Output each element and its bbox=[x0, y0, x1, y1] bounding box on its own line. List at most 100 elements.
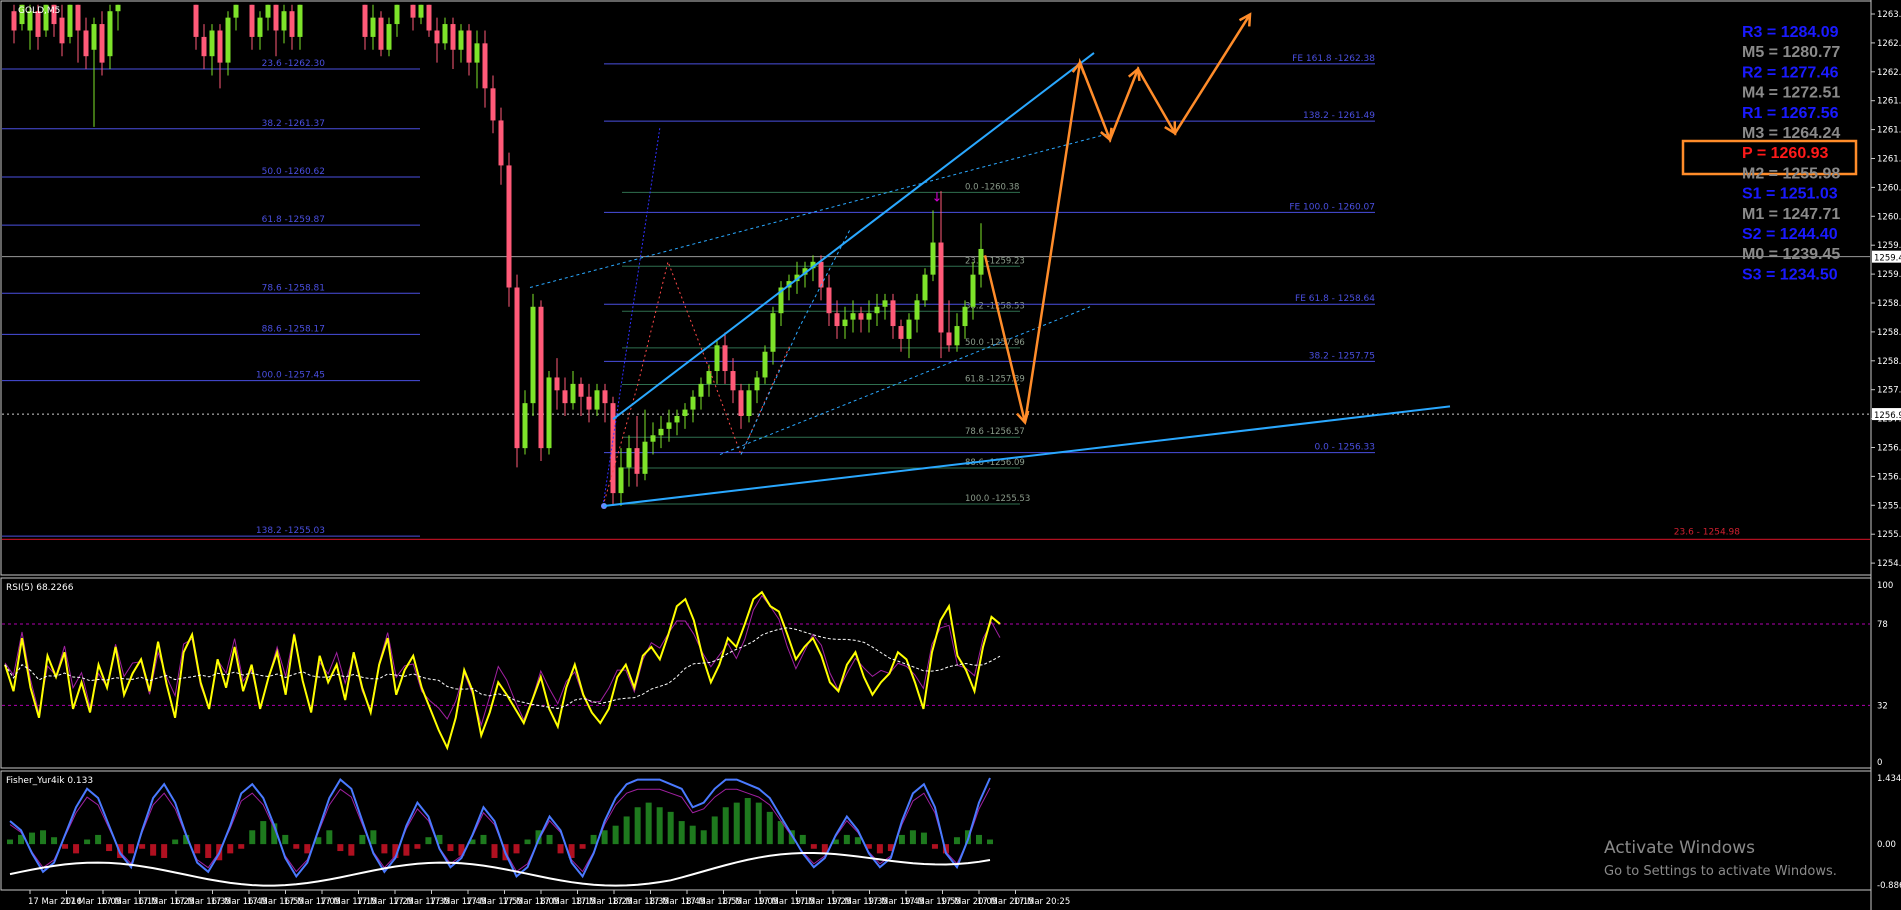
mt4-chart: 23.6 -1262.30 38.2 -1261.37 50.0 -1260.62 6… bbox=[0, 0, 1901, 910]
price-tick-label: 1258.0 bbox=[1877, 357, 1901, 367]
fisher-histogram-bar bbox=[920, 832, 927, 845]
candle-body bbox=[217, 30, 223, 63]
fisher-histogram-bar bbox=[84, 839, 91, 845]
price-tick-label: 1263.1 bbox=[1877, 10, 1901, 20]
fisher-histogram-bar bbox=[293, 844, 300, 849]
candle-body bbox=[690, 396, 696, 410]
candle-body bbox=[954, 326, 960, 346]
fisher-histogram-bar bbox=[722, 807, 729, 845]
candle-body bbox=[434, 30, 440, 44]
candle-body bbox=[850, 313, 856, 320]
pivot-levels: R3 = 1284.09 M5 = 1280.77 R2 = 1277.46 M4 =… bbox=[1742, 24, 1840, 283]
candle-body bbox=[281, 11, 287, 31]
candle-body bbox=[115, 4, 121, 12]
pivot-level-label: M2 = 1255.98 bbox=[1742, 165, 1840, 182]
price-tick-label: 1255.4 bbox=[1877, 530, 1901, 540]
candle-body bbox=[762, 351, 768, 378]
fib-left-label: 23.6 -1262.30 bbox=[262, 59, 326, 69]
candle-body bbox=[914, 300, 920, 320]
candle-body bbox=[394, 4, 400, 25]
price-tick-label: 1259.3 bbox=[1877, 270, 1901, 280]
pivot-level-label: M4 = 1272.51 bbox=[1742, 85, 1840, 102]
fib-right-label: 38.2 - 1257.75 bbox=[1309, 351, 1375, 361]
fib-right-label: FE 100.0 - 1260.07 bbox=[1289, 202, 1375, 212]
candle-body bbox=[626, 448, 632, 468]
pivot-level-label: P = 1260.93 bbox=[1742, 145, 1829, 162]
candle-body bbox=[890, 300, 896, 327]
candle-body bbox=[289, 11, 295, 37]
fib-right-label: FE 161.8 -1262.38 bbox=[1292, 54, 1375, 64]
fib-left-label: 38.2 -1261.37 bbox=[262, 119, 325, 129]
rsi-tick-label: 100 bbox=[1877, 581, 1893, 591]
candle-body bbox=[874, 306, 880, 314]
fisher-histogram-bar bbox=[139, 844, 146, 849]
fib-bottom-label: 23.6 - 1254.98 bbox=[1674, 527, 1740, 537]
fisher-histogram-bar bbox=[40, 830, 47, 845]
pivot-level-label: M5 = 1280.77 bbox=[1742, 44, 1840, 61]
candle-body bbox=[209, 30, 215, 57]
price-tick-label: 1256.7 bbox=[1877, 444, 1901, 454]
fib-right-label: 138.2 - 1261.49 bbox=[1303, 111, 1375, 121]
candle-body bbox=[450, 24, 456, 50]
candle-body bbox=[370, 17, 376, 37]
fisher-histogram-bar bbox=[645, 802, 652, 845]
price-axis: 1263.1 1262.7 1262.3 1261.9 1261.4 1261.0 1260… bbox=[1871, 10, 1901, 569]
fisher-histogram-bar bbox=[546, 834, 553, 845]
candle-body bbox=[666, 422, 672, 429]
zigzag-line bbox=[602, 260, 791, 507]
fib-middle-label: 23.6 -1259.23 bbox=[965, 256, 1025, 266]
fisher-histogram-bar bbox=[667, 811, 674, 845]
candle-body bbox=[754, 377, 760, 391]
candle-body bbox=[418, 4, 424, 18]
fisher-tick-label: 0.00 bbox=[1877, 840, 1896, 850]
time-tick-label: 17 Mar 20:25 bbox=[1014, 897, 1071, 907]
pivot-level-label: S2 = 1244.40 bbox=[1742, 226, 1838, 243]
fisher-histogram-bar bbox=[876, 844, 883, 854]
candle-body bbox=[225, 17, 231, 63]
fib-middle-label: 50.0 -1257.96 bbox=[965, 338, 1025, 348]
candle-body bbox=[498, 120, 504, 166]
fib-left-label: 88.6 -1258.17 bbox=[262, 324, 325, 334]
candle-body bbox=[297, 4, 303, 37]
candle-body bbox=[978, 248, 984, 275]
upper-trendline bbox=[612, 52, 1095, 421]
fisher-histogram-bar bbox=[700, 830, 707, 845]
candle-body bbox=[193, 4, 199, 37]
candle-body bbox=[770, 313, 776, 352]
fib-left-label: 78.6 -1258.81 bbox=[262, 283, 325, 293]
candle-body bbox=[930, 242, 936, 275]
candle-body bbox=[834, 313, 840, 327]
candle-body bbox=[586, 396, 592, 410]
candle-body bbox=[514, 287, 520, 449]
fisher-histogram-bar bbox=[106, 844, 113, 852]
fisher-histogram-bar bbox=[304, 844, 311, 854]
lower-trendline bbox=[603, 405, 1451, 507]
fisher-histogram-bar bbox=[161, 844, 168, 858]
fisher-histogram-bar bbox=[601, 830, 608, 845]
fisher-histogram-bar bbox=[414, 844, 421, 849]
rsi-tick-label: 32 bbox=[1877, 701, 1888, 711]
fisher-histogram-bar bbox=[711, 816, 718, 845]
fisher-histogram-bar bbox=[953, 837, 960, 845]
candle-body bbox=[107, 11, 113, 57]
price-tick-label: 1260.2 bbox=[1877, 212, 1901, 222]
candle-body bbox=[602, 390, 608, 404]
candle-body bbox=[578, 383, 584, 397]
fisher-histogram-bar bbox=[172, 839, 179, 845]
fisher-histogram-bar bbox=[381, 844, 388, 854]
fisher-histogram-bar bbox=[513, 844, 520, 854]
fisher-histogram-bar bbox=[73, 844, 80, 854]
fisher-histogram-bar bbox=[194, 844, 201, 854]
candle-body bbox=[826, 287, 832, 314]
fisher-histogram-bar bbox=[843, 834, 850, 845]
fisher-histogram-bar bbox=[205, 844, 212, 858]
price-tick-label: 1255.9 bbox=[1877, 501, 1901, 511]
price-tick-label: 1261.4 bbox=[1877, 126, 1901, 136]
fisher-histogram-bar bbox=[29, 832, 36, 845]
candle-body bbox=[898, 326, 904, 339]
pivot-level-label: S1 = 1251.03 bbox=[1742, 186, 1838, 203]
candle-body bbox=[858, 313, 864, 320]
candle-body bbox=[962, 306, 968, 327]
fisher-histogram-bar bbox=[95, 834, 102, 845]
price-tick-label: 1257.6 bbox=[1877, 386, 1901, 396]
